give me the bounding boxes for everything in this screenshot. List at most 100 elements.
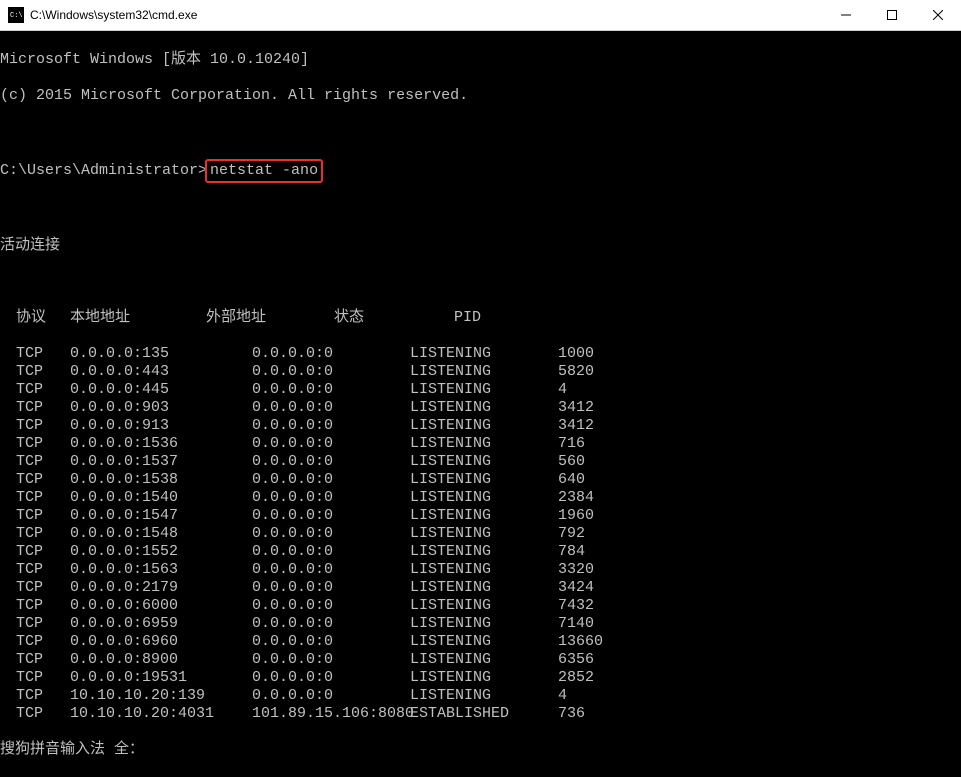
cell-state: LISTENING xyxy=(410,507,558,525)
cell-proto: TCP xyxy=(16,381,70,399)
cell-foreign: 0.0.0.0:0 xyxy=(252,687,410,705)
table-row: TCP0.0.0.0:21790.0.0.0:0LISTENING3424 xyxy=(0,579,961,597)
header-state: 状态 xyxy=(334,309,454,327)
cell-state: LISTENING xyxy=(410,471,558,489)
version-line: Microsoft Windows [版本 10.0.10240] xyxy=(0,51,961,69)
cell-local: 0.0.0.0:135 xyxy=(70,345,252,363)
cell-local: 0.0.0.0:6000 xyxy=(70,597,252,615)
command-prompt-line: C:\Users\Administrator>netstat -ano xyxy=(0,159,961,183)
cell-pid: 560 xyxy=(558,453,638,471)
cell-foreign: 0.0.0.0:0 xyxy=(252,453,410,471)
table-row: TCP0.0.0.0:15380.0.0.0:0LISTENING640 xyxy=(0,471,961,489)
cell-state: LISTENING xyxy=(410,543,558,561)
maximize-button[interactable] xyxy=(869,0,915,30)
cell-local: 0.0.0.0:1547 xyxy=(70,507,252,525)
cell-foreign: 0.0.0.0:0 xyxy=(252,669,410,687)
cell-foreign: 0.0.0.0:0 xyxy=(252,579,410,597)
cell-state: LISTENING xyxy=(410,399,558,417)
cell-proto: TCP xyxy=(16,615,70,633)
cell-state: ESTABLISHED xyxy=(410,705,558,723)
cell-proto: TCP xyxy=(16,561,70,579)
cell-foreign: 0.0.0.0:0 xyxy=(252,615,410,633)
terminal-output[interactable]: Microsoft Windows [版本 10.0.10240] (c) 20… xyxy=(0,31,961,777)
cell-pid: 6356 xyxy=(558,651,638,669)
header-local: 本地地址 xyxy=(70,309,206,327)
cell-local: 0.0.0.0:1552 xyxy=(70,543,252,561)
cell-proto: TCP xyxy=(16,597,70,615)
cell-proto: TCP xyxy=(16,543,70,561)
cell-pid: 640 xyxy=(558,471,638,489)
cell-foreign: 0.0.0.0:0 xyxy=(252,435,410,453)
header-pid: PID xyxy=(454,309,534,327)
table-row: TCP0.0.0.0:15360.0.0.0:0LISTENING716 xyxy=(0,435,961,453)
window-titlebar: C:\ C:\Windows\system32\cmd.exe xyxy=(0,0,961,31)
cell-proto: TCP xyxy=(16,417,70,435)
svg-text:C:\: C:\ xyxy=(10,12,23,20)
cell-proto: TCP xyxy=(16,633,70,651)
cell-foreign: 0.0.0.0:0 xyxy=(252,471,410,489)
cell-foreign: 0.0.0.0:0 xyxy=(252,489,410,507)
cell-local: 0.0.0.0:1548 xyxy=(70,525,252,543)
cell-pid: 2852 xyxy=(558,669,638,687)
table-row: TCP0.0.0.0:69600.0.0.0:0LISTENING13660 xyxy=(0,633,961,651)
table-row: TCP10.10.10.20:1390.0.0.0:0LISTENING4 xyxy=(0,687,961,705)
cell-pid: 2384 xyxy=(558,489,638,507)
cell-local: 0.0.0.0:8900 xyxy=(70,651,252,669)
table-row: TCP0.0.0.0:89000.0.0.0:0LISTENING6356 xyxy=(0,651,961,669)
cell-pid: 3412 xyxy=(558,417,638,435)
cell-foreign: 0.0.0.0:0 xyxy=(252,507,410,525)
table-row: TCP0.0.0.0:15400.0.0.0:0LISTENING2384 xyxy=(0,489,961,507)
table-row: TCP0.0.0.0:9030.0.0.0:0LISTENING3412 xyxy=(0,399,961,417)
window-controls xyxy=(823,0,961,30)
cell-foreign: 101.89.15.106:8080 xyxy=(252,705,410,723)
table-row: TCP0.0.0.0:4450.0.0.0:0LISTENING4 xyxy=(0,381,961,399)
table-row: TCP0.0.0.0:60000.0.0.0:0LISTENING7432 xyxy=(0,597,961,615)
cell-state: LISTENING xyxy=(410,381,558,399)
cell-local: 0.0.0.0:1563 xyxy=(70,561,252,579)
cell-proto: TCP xyxy=(16,471,70,489)
cell-local: 0.0.0.0:1538 xyxy=(70,471,252,489)
cell-foreign: 0.0.0.0:0 xyxy=(252,597,410,615)
cell-state: LISTENING xyxy=(410,597,558,615)
cell-pid: 716 xyxy=(558,435,638,453)
cell-local: 0.0.0.0:6960 xyxy=(70,633,252,651)
table-header: 协议本地地址外部地址状态PID xyxy=(0,309,961,327)
cell-state: LISTENING xyxy=(410,561,558,579)
cell-foreign: 0.0.0.0:0 xyxy=(252,651,410,669)
cell-state: LISTENING xyxy=(410,687,558,705)
cell-proto: TCP xyxy=(16,345,70,363)
cell-pid: 3424 xyxy=(558,579,638,597)
cell-state: LISTENING xyxy=(410,525,558,543)
header-foreign: 外部地址 xyxy=(206,309,334,327)
cell-state: LISTENING xyxy=(410,669,558,687)
cell-local: 0.0.0.0:1536 xyxy=(70,435,252,453)
cell-proto: TCP xyxy=(16,507,70,525)
table-row: TCP0.0.0.0:1350.0.0.0:0LISTENING1000 xyxy=(0,345,961,363)
cell-foreign: 0.0.0.0:0 xyxy=(252,561,410,579)
cell-state: LISTENING xyxy=(410,579,558,597)
cell-pid: 792 xyxy=(558,525,638,543)
cell-local: 0.0.0.0:913 xyxy=(70,417,252,435)
command-highlight: netstat -ano xyxy=(205,159,323,183)
cell-local: 0.0.0.0:443 xyxy=(70,363,252,381)
window-title: C:\Windows\system32\cmd.exe xyxy=(30,8,823,22)
cell-local: 10.10.10.20:4031 xyxy=(70,705,252,723)
cmd-icon: C:\ xyxy=(8,7,24,23)
table-row: TCP0.0.0.0:15470.0.0.0:0LISTENING1960 xyxy=(0,507,961,525)
cell-proto: TCP xyxy=(16,579,70,597)
close-button[interactable] xyxy=(915,0,961,30)
cell-pid: 13660 xyxy=(558,633,638,651)
cell-pid: 736 xyxy=(558,705,638,723)
prompt-path: C:\Users\Administrator> xyxy=(0,162,207,179)
table-row: TCP0.0.0.0:9130.0.0.0:0LISTENING3412 xyxy=(0,417,961,435)
section-title: 活动连接 xyxy=(0,237,961,255)
cell-foreign: 0.0.0.0:0 xyxy=(252,345,410,363)
cell-state: LISTENING xyxy=(410,345,558,363)
cell-foreign: 0.0.0.0:0 xyxy=(252,633,410,651)
minimize-button[interactable] xyxy=(823,0,869,30)
cell-pid: 5820 xyxy=(558,363,638,381)
cell-foreign: 0.0.0.0:0 xyxy=(252,417,410,435)
cell-proto: TCP xyxy=(16,453,70,471)
cell-proto: TCP xyxy=(16,435,70,453)
cell-state: LISTENING xyxy=(410,489,558,507)
